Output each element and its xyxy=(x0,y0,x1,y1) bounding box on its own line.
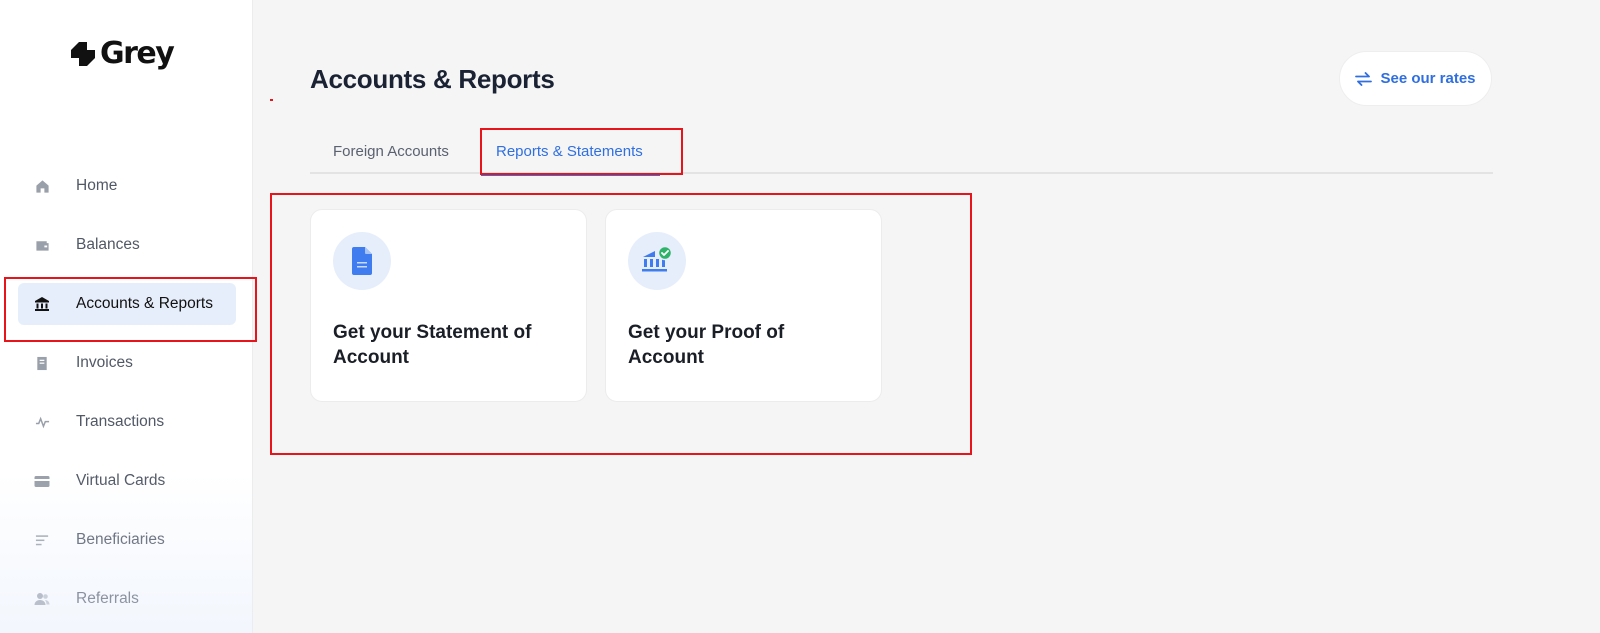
exchange-arrows-icon xyxy=(1355,71,1373,86)
see-our-rates-label: See our rates xyxy=(1380,70,1476,87)
card-icon xyxy=(34,473,50,489)
sidebar-item-label: Accounts & Reports xyxy=(76,295,213,312)
card-title: Get your Proof of Account xyxy=(628,322,785,368)
sidebar-item-label: Referrals xyxy=(76,590,139,607)
sidebar-item-label: Invoices xyxy=(76,354,133,371)
tab-foreign-accounts[interactable]: Foreign Accounts xyxy=(333,128,449,174)
statement-of-account-card[interactable]: Get your Statement of Account xyxy=(310,209,587,402)
sidebar-item-label: Home xyxy=(76,177,118,194)
bank-icon xyxy=(34,296,50,312)
users-icon xyxy=(34,591,50,607)
proof-of-account-card[interactable]: Get your Proof of Account xyxy=(605,209,882,402)
tab-reports-statements[interactable]: Reports & Statements xyxy=(481,128,660,176)
sidebar-item-virtual-cards[interactable]: Virtual Cards xyxy=(18,460,236,502)
sidebar-item-referrals[interactable]: Referrals xyxy=(18,578,236,620)
sidebar-item-accounts-reports[interactable]: Accounts & Reports xyxy=(18,283,236,325)
sidebar-nav: Home Balances Accounts & Reports Invoice… xyxy=(18,165,236,633)
page-title: Accounts & Reports xyxy=(310,64,555,94)
annotation-dot xyxy=(270,99,273,101)
sidebar-item-home[interactable]: Home xyxy=(18,165,236,207)
list-icon xyxy=(34,532,50,548)
sidebar-item-transactions[interactable]: Transactions xyxy=(18,401,236,443)
sidebar-item-label: Beneficiaries xyxy=(76,531,165,548)
grey-logo-icon xyxy=(71,41,95,66)
sidebar-item-invoices[interactable]: Invoices xyxy=(18,342,236,384)
sidebar: Grey Home Balances Accounts & Reports In… xyxy=(0,0,253,633)
tab-bar: Foreign Accounts Reports & Statements xyxy=(310,128,1493,176)
home-icon xyxy=(34,178,50,194)
activity-icon xyxy=(34,414,50,430)
grey-logo[interactable]: Grey xyxy=(70,36,175,71)
see-our-rates-button[interactable]: See our rates xyxy=(1339,51,1492,106)
invoice-icon xyxy=(34,355,50,371)
sidebar-item-label: Transactions xyxy=(76,413,165,430)
document-icon xyxy=(333,232,391,290)
main-content: Accounts & Reports See our rates Foreign… xyxy=(253,0,1600,633)
wallet-icon xyxy=(34,237,50,253)
sidebar-item-label: Virtual Cards xyxy=(76,472,166,489)
sidebar-item-beneficiaries[interactable]: Beneficiaries xyxy=(18,519,236,561)
bank-verified-icon xyxy=(628,232,686,290)
sidebar-item-label: Balances xyxy=(76,236,140,253)
logo-text: Grey xyxy=(100,36,175,71)
card-title: Get your Statement of Account xyxy=(333,322,532,368)
sidebar-item-balances[interactable]: Balances xyxy=(18,224,236,266)
